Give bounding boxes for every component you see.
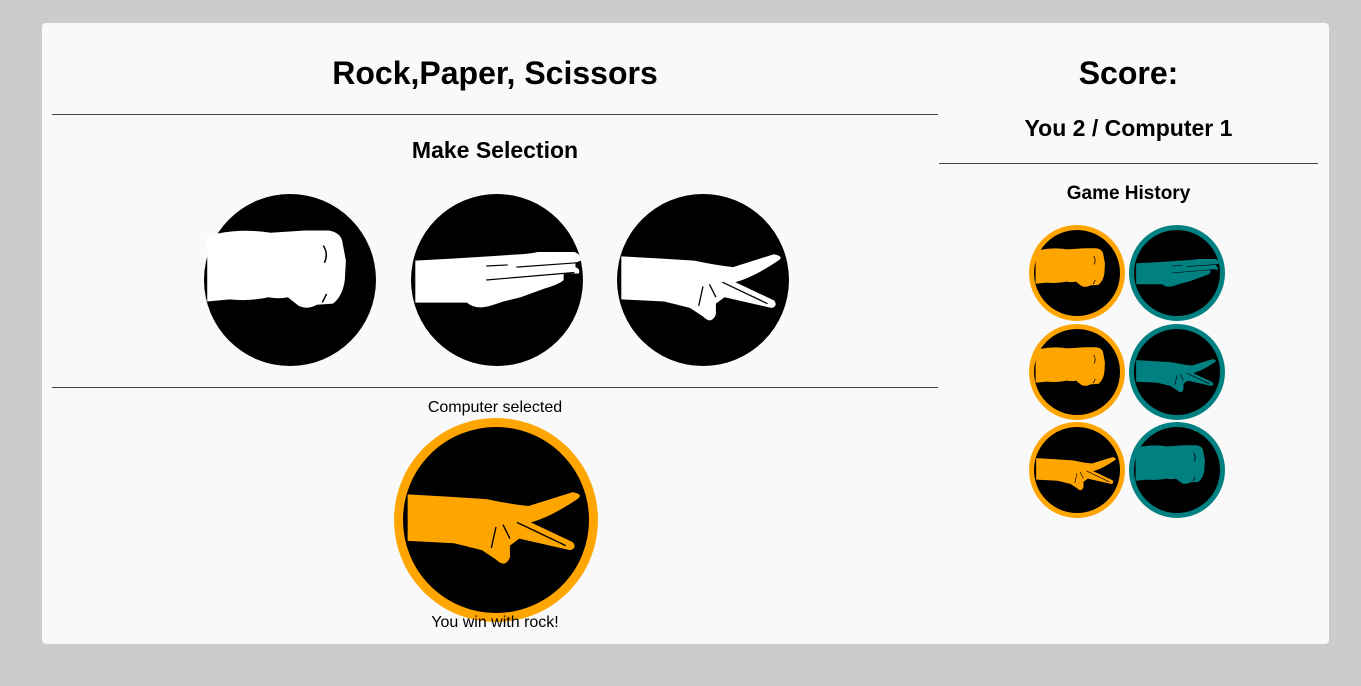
scissors-two-finger-icon xyxy=(620,253,782,322)
score-panel: Score: You 2 / Computer 1 Game History xyxy=(939,23,1318,644)
scissors-two-finger-icon xyxy=(1135,358,1217,393)
rock-fist-icon xyxy=(1035,346,1106,387)
scissors-two-finger-icon xyxy=(406,491,581,565)
rock-choice-button[interactable] xyxy=(204,194,376,366)
rock-fist-icon xyxy=(1035,247,1106,288)
scissors-choice-button[interactable] xyxy=(617,194,789,366)
game-card: Rock,Paper, Scissors Make Selection Comp… xyxy=(42,23,1329,644)
score-line: You 2 / Computer 1 xyxy=(1024,115,1233,141)
paper-flat-hand-icon xyxy=(1135,258,1220,287)
rock-fist-icon xyxy=(1135,444,1206,485)
page-title: Rock,Paper, Scissors xyxy=(332,55,658,91)
paper-flat-hand-icon xyxy=(414,251,582,308)
history-computer-paper xyxy=(1129,225,1225,321)
score-title: Score: xyxy=(1078,55,1179,91)
game-panel: Rock,Paper, Scissors Make Selection Comp… xyxy=(52,23,938,644)
rock-fist-icon xyxy=(206,229,347,309)
history-title: Game History xyxy=(1066,183,1191,204)
history-computer-scissors xyxy=(1129,324,1225,420)
history-you-rock xyxy=(1029,324,1125,420)
computer-selected-label: Computer selected xyxy=(427,399,563,416)
result-message: You win with rock! xyxy=(431,614,559,631)
history-computer-rock xyxy=(1129,422,1225,518)
selection-heading: Make Selection xyxy=(411,137,579,163)
history-you-rock xyxy=(1029,225,1125,321)
divider xyxy=(52,387,938,388)
divider xyxy=(939,163,1318,164)
history-you-scissors xyxy=(1029,422,1125,518)
paper-choice-button[interactable] xyxy=(411,194,583,366)
divider xyxy=(52,114,938,115)
computer-choice-display xyxy=(394,418,598,622)
scissors-two-finger-icon xyxy=(1035,456,1117,491)
